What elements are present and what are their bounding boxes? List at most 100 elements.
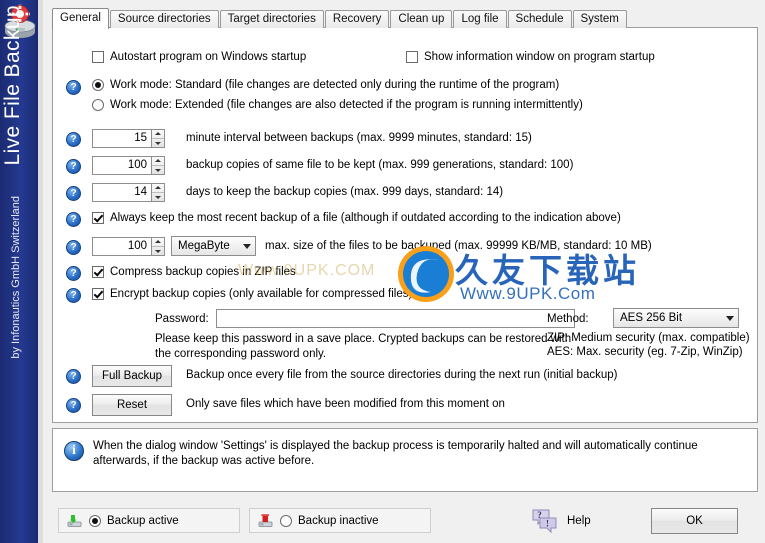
tab-log-file[interactable]: Log file bbox=[453, 10, 507, 28]
maxsize-label: max. size of the files to be backuped (m… bbox=[265, 240, 652, 252]
autostart-checkbox-row[interactable]: Autostart program on Windows startup bbox=[92, 51, 306, 63]
keep-recent-row[interactable]: Always keep the most recent backup of a … bbox=[92, 212, 621, 224]
show-info-window-label: Show information window on program start… bbox=[424, 51, 655, 63]
interval-stepper[interactable]: 15 bbox=[92, 129, 165, 148]
method-select[interactable]: AES 256 Bit bbox=[613, 308, 739, 328]
backup-active-label: Backup active bbox=[107, 514, 179, 527]
maxsize-stepper[interactable]: 100 bbox=[92, 237, 165, 256]
interval-spinner-down[interactable] bbox=[152, 139, 164, 147]
branding-rail: Live File Backup by Infonautics GmbH Swi… bbox=[0, 0, 38, 543]
show-info-window-checkbox[interactable] bbox=[406, 51, 418, 63]
method-note-aes: AES: Max. security (eg. 7-Zip, WinZip) bbox=[547, 346, 743, 358]
generations-spinner-down[interactable] bbox=[152, 166, 164, 174]
help-icon-compress[interactable]: ? bbox=[66, 266, 81, 281]
method-value: AES 256 Bit bbox=[620, 312, 683, 324]
autostart-label: Autostart program on Windows startup bbox=[110, 51, 307, 63]
help-icon-keep-recent[interactable]: ? bbox=[66, 212, 81, 227]
days-stepper[interactable]: 14 bbox=[92, 183, 165, 202]
help-icon-generations[interactable]: ? bbox=[66, 159, 81, 174]
rail-divider bbox=[38, 0, 43, 543]
method-note-zip: ZIP: Medium security (max. compatible) bbox=[547, 332, 750, 344]
compress-label: Compress backup copies in ZIP files bbox=[110, 266, 296, 278]
tab-bar: General Source directories Target direct… bbox=[52, 8, 628, 29]
workmode-extended-row[interactable]: Work mode: Extended (file changes are al… bbox=[92, 99, 583, 111]
chevron-down-icon bbox=[243, 243, 251, 249]
backup-inactive-icon bbox=[258, 513, 273, 528]
password-input[interactable] bbox=[216, 309, 575, 328]
backup-inactive-box[interactable]: Backup inactive bbox=[249, 508, 431, 533]
tab-system[interactable]: System bbox=[572, 10, 627, 28]
days-spinner-down[interactable] bbox=[152, 193, 164, 201]
general-tab-panel: Autostart program on Windows startup Sho… bbox=[52, 27, 758, 423]
chevron-down-icon-method bbox=[726, 315, 734, 321]
compress-checkbox[interactable] bbox=[92, 266, 104, 278]
tab-recovery[interactable]: Recovery bbox=[324, 10, 390, 28]
full-backup-button[interactable]: Full Backup bbox=[92, 365, 172, 387]
full-backup-label: Backup once every file from the source d… bbox=[186, 369, 618, 381]
help-bubbles-icon: ? ! bbox=[531, 508, 563, 534]
reset-label: Only save files which have been modified… bbox=[186, 398, 505, 410]
info-bar-text: When the dialog window 'Settings' is dis… bbox=[93, 440, 698, 467]
interval-label: minute interval between backups (max. 99… bbox=[186, 132, 532, 144]
generations-spinner-up[interactable] bbox=[152, 157, 164, 166]
tab-target-directories[interactable]: Target directories bbox=[219, 10, 324, 28]
reset-button[interactable]: Reset bbox=[92, 394, 172, 416]
autostart-checkbox[interactable] bbox=[92, 51, 104, 63]
generations-spinner[interactable] bbox=[152, 156, 165, 175]
help-icon-interval[interactable]: ? bbox=[66, 132, 81, 147]
tab-clean-up[interactable]: Clean up bbox=[390, 10, 453, 28]
backup-active-box[interactable]: Backup active bbox=[58, 508, 240, 533]
keep-recent-checkbox[interactable] bbox=[92, 212, 104, 224]
show-info-checkbox-row[interactable]: Show information window on program start… bbox=[406, 51, 655, 63]
help-icon-full-backup[interactable]: ? bbox=[66, 369, 81, 384]
backup-active-radio[interactable] bbox=[89, 514, 101, 527]
encrypt-label: Encrypt backup copies (only available fo… bbox=[110, 288, 413, 300]
help-label: Help bbox=[567, 515, 591, 527]
password-note: Please keep this password in a save plac… bbox=[155, 333, 572, 360]
maxsize-unit-select[interactable]: MegaByte bbox=[171, 236, 256, 256]
days-input[interactable]: 14 bbox=[92, 183, 152, 202]
interval-spinner-up[interactable] bbox=[152, 130, 164, 139]
encrypt-checkbox[interactable] bbox=[92, 288, 104, 300]
keep-recent-label: Always keep the most recent backup of a … bbox=[110, 212, 621, 224]
backup-active-icon bbox=[67, 513, 82, 528]
maxsize-spinner-down[interactable] bbox=[152, 247, 164, 255]
generations-label: backup copies of same file to be kept (m… bbox=[186, 159, 574, 171]
svg-text:!: ! bbox=[546, 519, 549, 529]
interval-input[interactable]: 15 bbox=[92, 129, 152, 148]
settings-window: Live File Backup by Infonautics GmbH Swi… bbox=[0, 0, 765, 543]
backup-inactive-label: Backup inactive bbox=[298, 514, 379, 527]
days-spinner[interactable] bbox=[152, 183, 165, 202]
help-icon-reset[interactable]: ? bbox=[66, 398, 81, 413]
interval-spinner[interactable] bbox=[152, 129, 165, 148]
workmode-standard-label: Work mode: Standard (file changes are de… bbox=[110, 79, 560, 91]
encrypt-row[interactable]: Encrypt backup copies (only available fo… bbox=[92, 288, 412, 300]
method-label: Method: bbox=[547, 313, 589, 325]
help-icon-maxsize[interactable]: ? bbox=[66, 240, 81, 255]
compress-row[interactable]: Compress backup copies in ZIP files bbox=[92, 266, 296, 278]
info-bar: i When the dialog window 'Settings' is d… bbox=[52, 428, 758, 492]
workmode-extended-radio[interactable] bbox=[92, 99, 104, 111]
help-icon-encrypt[interactable]: ? bbox=[66, 288, 81, 303]
tab-general[interactable]: General bbox=[52, 8, 109, 29]
maxsize-input[interactable]: 100 bbox=[92, 237, 152, 256]
maxsize-spinner-up[interactable] bbox=[152, 238, 164, 247]
workmode-standard-radio[interactable] bbox=[92, 79, 104, 91]
help-button[interactable]: ? ! Help bbox=[531, 508, 591, 534]
tab-schedule[interactable]: Schedule bbox=[507, 10, 572, 28]
tab-source-directories[interactable]: Source directories bbox=[109, 10, 219, 28]
maxsize-unit-value: MegaByte bbox=[178, 240, 230, 252]
backup-inactive-radio[interactable] bbox=[280, 514, 292, 527]
days-label: days to keep the backup copies (max. 999… bbox=[186, 186, 504, 198]
password-label: Password: bbox=[155, 313, 209, 325]
info-icon: i bbox=[64, 441, 84, 461]
generations-stepper[interactable]: 100 bbox=[92, 156, 165, 175]
maxsize-spinner[interactable] bbox=[152, 237, 165, 256]
workmode-standard-row[interactable]: Work mode: Standard (file changes are de… bbox=[92, 79, 559, 91]
help-icon-workmode[interactable]: ? bbox=[66, 80, 81, 95]
ok-button[interactable]: OK bbox=[651, 508, 738, 534]
generations-input[interactable]: 100 bbox=[92, 156, 152, 175]
days-spinner-up[interactable] bbox=[152, 184, 164, 193]
workmode-extended-label: Work mode: Extended (file changes are al… bbox=[110, 99, 583, 111]
help-icon-days[interactable]: ? bbox=[66, 186, 81, 201]
